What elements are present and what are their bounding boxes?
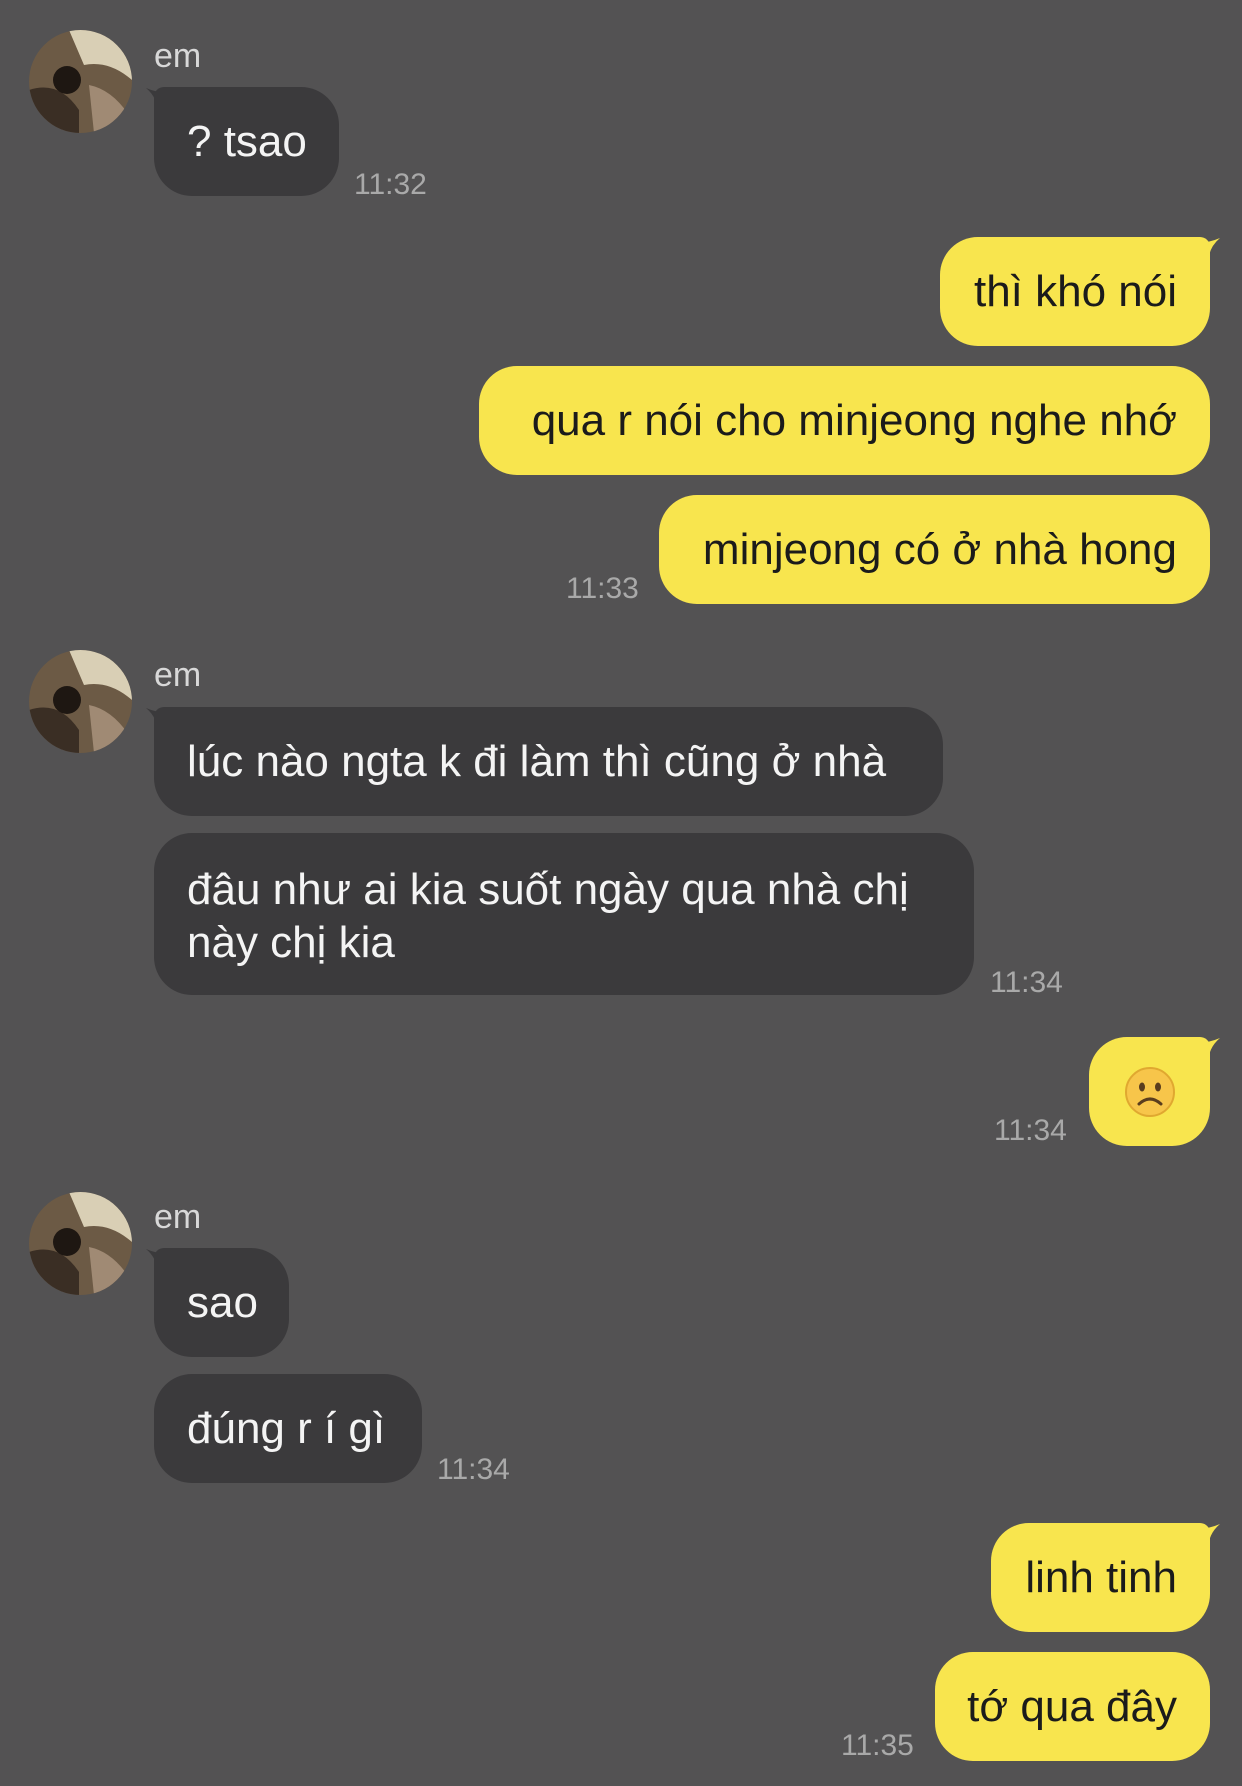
message-time: 11:34 [990,966,1063,999]
message-bubble[interactable]: qua r nói cho minjeong nghe nhớ [479,366,1210,475]
message-bubble[interactable]: tớ qua đây [935,1652,1210,1761]
sender-name: em [154,37,202,75]
message-bubble[interactable]: lúc nào ngta k đi làm thì cũng ở nhà [154,707,943,816]
message-time: 11:34 [437,1453,510,1486]
avatar[interactable] [29,650,132,753]
message-bubble[interactable]: minjeong có ở nhà hong [659,495,1210,604]
message-bubble[interactable]: đâu như ai kia suốt ngày qua nhà chị này… [154,833,974,995]
message-bubble[interactable]: sao [154,1248,289,1357]
avatar[interactable] [29,1192,132,1295]
message-time: 11:34 [994,1114,1067,1147]
message-time: 11:35 [841,1729,914,1762]
avatar[interactable] [29,30,132,133]
frowning-face-icon [1124,1066,1175,1117]
message-time: 11:33 [566,572,639,605]
message-bubble[interactable]: ? tsao [154,87,339,196]
message-bubble[interactable]: đúng r í gì [154,1374,422,1483]
sender-name: em [154,1198,202,1236]
message-bubble[interactable]: linh tinh [991,1523,1210,1632]
message-bubble[interactable]: thì khó nói [940,237,1210,346]
message-time: 11:32 [354,168,427,201]
sender-name: em [154,656,202,694]
emoji-bubble[interactable] [1089,1037,1210,1146]
